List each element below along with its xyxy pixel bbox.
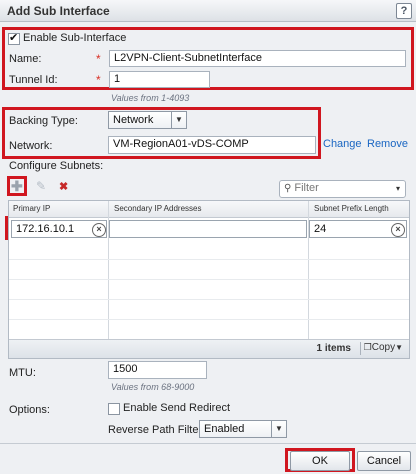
configure-subnets-label: Configure Subnets:: [9, 160, 104, 172]
secondary-ips-cell[interactable]: [109, 220, 307, 238]
tunnel-id-hint: Values from 1-4093: [111, 93, 190, 103]
grid-row-line: [9, 259, 409, 260]
copy-menu[interactable]: ❐Copy▼: [364, 342, 403, 353]
items-count: 1 items: [316, 343, 351, 354]
clear-prefix-length-icon[interactable]: ×: [391, 223, 405, 237]
name-input[interactable]: L2VPN-Client-SubnetInterface: [109, 50, 406, 67]
options-label: Options:: [9, 404, 50, 416]
primary-ip-value: 172.16.10.1: [16, 223, 75, 235]
delete-x-icon[interactable]: ✖: [59, 180, 68, 193]
grid-row-line: [9, 319, 409, 320]
column-secondary-ips[interactable]: Secondary IP Addresses: [114, 204, 201, 213]
dialog-title: Add Sub Interface: [7, 4, 110, 18]
column-prefix-length[interactable]: Subnet Prefix Length: [314, 204, 389, 213]
mtu-label: MTU:: [9, 367, 36, 379]
grid-row-line: [9, 299, 409, 300]
prefix-length-value: 24: [314, 223, 327, 235]
backing-type-label: Backing Type:: [9, 115, 78, 127]
subnets-grid: Primary IP Secondary IP Addresses Subnet…: [8, 200, 410, 359]
filter-dropdown-icon: ▾: [395, 184, 400, 193]
name-required-mark: *: [96, 52, 101, 66]
send-redirect-checkbox[interactable]: [108, 403, 120, 415]
reverse-path-value: Enabled: [204, 423, 245, 435]
enable-sub-interface-checkbox[interactable]: [8, 31, 20, 45]
tunnel-id-input[interactable]: 1: [109, 71, 210, 88]
send-redirect-label: Enable Send Redirect: [123, 402, 231, 414]
filter-placeholder: Filter: [294, 182, 319, 194]
mtu-input[interactable]: 1500: [108, 361, 207, 379]
change-network-link[interactable]: Change: [323, 138, 362, 150]
footer-divider: [360, 342, 361, 355]
dialog-titlebar: Add Sub Interface ?: [0, 0, 416, 22]
filter-input[interactable]: ⚲ Filter ▾: [279, 180, 406, 198]
search-icon: ⚲: [284, 183, 292, 194]
backing-type-value: Network: [113, 114, 154, 126]
help-icon[interactable]: ?: [396, 3, 412, 19]
mtu-hint: Values from 68-9000: [111, 382, 195, 392]
copy-icon: ❐: [363, 342, 372, 352]
grid-row-line: [9, 279, 409, 280]
edit-pencil-icon[interactable]: ✎: [36, 179, 46, 193]
ok-button[interactable]: OK: [290, 451, 350, 471]
footer-separator: [0, 443, 416, 444]
reverse-path-select[interactable]: Enabled ▼: [199, 420, 287, 438]
tunnel-id-required-mark: *: [96, 73, 101, 87]
remove-network-link[interactable]: Remove: [367, 138, 408, 150]
network-label: Network:: [9, 140, 53, 152]
backing-type-select[interactable]: Network ▼: [108, 111, 187, 129]
subnets-grid-footer: 1 items ❐Copy▼: [9, 339, 409, 358]
chevron-down-icon: ▼: [171, 112, 186, 128]
column-primary-ip[interactable]: Primary IP: [13, 204, 50, 213]
subnets-grid-header: Primary IP Secondary IP Addresses Subnet…: [9, 201, 409, 218]
tunnel-id-label: Tunnel Id:: [9, 74, 58, 86]
cancel-button[interactable]: Cancel: [357, 451, 411, 471]
chevron-down-icon: ▼: [271, 421, 286, 437]
chevron-down-icon: ▼: [395, 343, 403, 352]
add-subnet-icon[interactable]: ✚: [11, 178, 23, 195]
reverse-path-label: Reverse Path Filter:: [108, 424, 206, 436]
name-label: Name:: [9, 53, 42, 65]
clear-primary-ip-icon[interactable]: ×: [92, 223, 106, 237]
copy-label: Copy: [371, 342, 396, 353]
network-input[interactable]: VM-RegionA01-vDS-COMP: [108, 136, 316, 154]
enable-sub-interface-label: Enable Sub-Interface: [23, 32, 127, 44]
